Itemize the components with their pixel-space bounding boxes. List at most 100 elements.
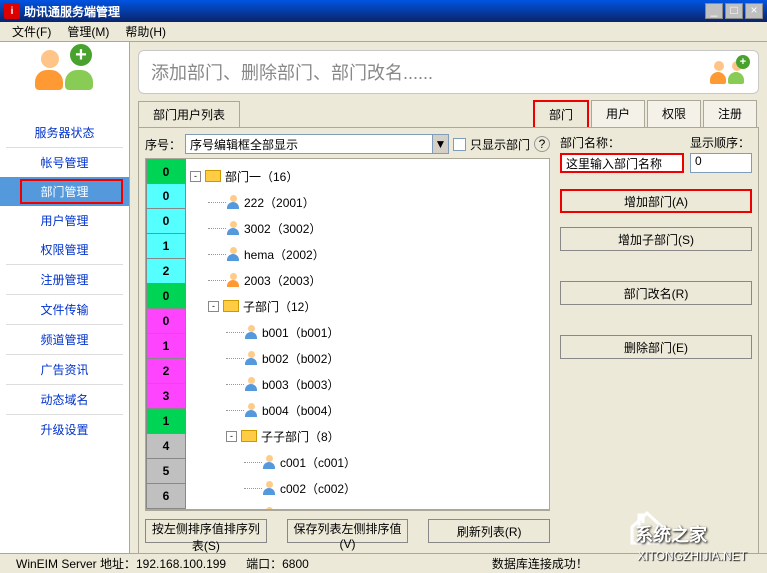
expander-icon[interactable]: - — [190, 171, 201, 182]
expander-icon[interactable]: - — [226, 431, 237, 442]
order-input[interactable]: 0 — [690, 153, 752, 173]
delete-dept-button[interactable]: 删除部门(E) — [560, 335, 752, 359]
rename-dept-button[interactable]: 部门改名(R) — [560, 281, 752, 305]
status-port: 端口：6800 — [236, 555, 319, 572]
user-icon — [262, 481, 276, 495]
tree-wrap: 00012001231456 -部门一（16）222（2001）3002（300… — [145, 158, 550, 510]
window-title: 助讯通服务端管理 — [24, 3, 705, 20]
num-cell[interactable]: 0 — [146, 159, 186, 184]
tree-row[interactable]: hema（2002） — [186, 241, 549, 267]
expander-icon[interactable]: - — [208, 301, 219, 312]
main-area: + 服务器状态帐号管理部门管理用户管理权限管理注册管理文件传输频道管理广告资讯动… — [0, 42, 767, 558]
user-icon — [226, 273, 240, 287]
num-cell[interactable]: 3 — [146, 384, 186, 409]
tree-label: 子部门（12） — [243, 298, 316, 315]
num-cell[interactable]: 1 — [146, 234, 186, 259]
sidebar-item-6[interactable]: 文件传输 — [0, 295, 129, 324]
right-tabs: 部门用户权限注册 — [533, 100, 759, 127]
menu-file[interactable]: 文件(F) — [4, 21, 59, 42]
sidebar-item-4[interactable]: 权限管理 — [0, 235, 129, 264]
menu-manage[interactable]: 管理(M) — [59, 21, 117, 42]
tree-row[interactable]: b001（b001） — [186, 319, 549, 345]
header-plus-icon: + — [736, 55, 750, 69]
sidebar-item-2[interactable]: 部门管理 — [0, 177, 129, 206]
tree-label: c002（c002） — [280, 480, 356, 497]
num-cell[interactable]: 0 — [146, 309, 186, 334]
save-button[interactable]: 保存列表左侧排序值(V) — [287, 519, 409, 543]
num-cell[interactable]: 1 — [146, 334, 186, 359]
num-cell[interactable]: 6 — [146, 484, 186, 509]
tree-row[interactable]: b003（b003） — [186, 371, 549, 397]
tab-right-1[interactable]: 用户 — [591, 100, 645, 127]
only-dept-checkbox[interactable] — [453, 138, 466, 151]
refresh-button[interactable]: 刷新列表(R) — [428, 519, 550, 543]
header-text: 添加部门、删除部门、部门改名...... — [151, 59, 710, 85]
sidebar-item-9[interactable]: 动态域名 — [0, 385, 129, 414]
tree-row[interactable]: c001（c001） — [186, 449, 549, 475]
user-icon — [226, 247, 240, 261]
num-cell[interactable]: 2 — [146, 259, 186, 284]
tree-label: c003（c003） — [280, 506, 356, 510]
minimize-button[interactable]: _ — [705, 3, 723, 19]
num-cell[interactable]: 0 — [146, 184, 186, 209]
left-column: 序号： 序号编辑框全部显示 ▼ 只显示部门 ? 00012001231456 -… — [145, 134, 550, 551]
tabs-row: 部门用户列表 部门用户权限注册 — [138, 100, 759, 127]
chevron-down-icon[interactable]: ▼ — [432, 135, 448, 153]
tree-row[interactable]: b004（b004） — [186, 397, 549, 423]
tree-row[interactable]: c003（c003） — [186, 501, 549, 509]
menubar: 文件(F) 管理(M) 帮助(H) — [0, 22, 767, 42]
sidebar-avatar-group: + — [0, 50, 129, 110]
tree-row[interactable]: 222（2001） — [186, 189, 549, 215]
tree-row[interactable]: 3002（3002） — [186, 215, 549, 241]
header-band: 添加部门、删除部门、部门改名...... + — [138, 50, 759, 94]
only-dept-label: 只显示部门 — [470, 136, 530, 153]
tree-row[interactable]: - 部门一（16） — [186, 163, 549, 189]
tree-label: c001（c001） — [280, 454, 356, 471]
sort-button[interactable]: 按左侧排序值排序列表(S) — [145, 519, 267, 543]
num-cell[interactable]: 1 — [146, 409, 186, 434]
sidebar-item-1[interactable]: 帐号管理 — [0, 148, 129, 177]
tab-right-2[interactable]: 权限 — [647, 100, 701, 127]
close-button[interactable]: × — [745, 3, 763, 19]
tree-row[interactable]: 2003（2003） — [186, 267, 549, 293]
user-icon — [262, 455, 276, 469]
tree-row[interactable]: - 子子部门（8） — [186, 423, 549, 449]
tree-row[interactable]: c002（c002） — [186, 475, 549, 501]
tree-label: 部门一（16） — [225, 168, 298, 185]
watermark-brand: 系统之家 — [635, 521, 707, 547]
tree-label: 2003（2003） — [244, 272, 321, 289]
order-label: 显示顺序： — [690, 134, 752, 151]
dept-name-input[interactable]: 这里输入部门名称 — [560, 153, 684, 173]
sidebar-item-5[interactable]: 注册管理 — [0, 265, 129, 294]
header-avatars-icon: + — [710, 61, 746, 84]
sidebar-item-10[interactable]: 升级设置 — [0, 415, 129, 444]
add-dept-button[interactable]: 增加部门(A) — [560, 189, 752, 213]
help-icon[interactable]: ? — [534, 136, 550, 152]
num-cell[interactable]: 2 — [146, 359, 186, 384]
tab-right-3[interactable]: 注册 — [703, 100, 757, 127]
folder-icon — [223, 300, 239, 312]
tree-row[interactable]: - 子部门（12） — [186, 293, 549, 319]
folder-icon — [205, 170, 221, 182]
tab-dept-user-list[interactable]: 部门用户列表 — [138, 101, 240, 127]
maximize-button[interactable]: □ — [725, 3, 743, 19]
tree-row[interactable]: b002（b002） — [186, 345, 549, 371]
tree-label: 子子部门（8） — [261, 428, 340, 445]
num-cell[interactable]: 0 — [146, 209, 186, 234]
sidebar-item-0[interactable]: 服务器状态 — [0, 118, 129, 147]
tab-right-0[interactable]: 部门 — [533, 100, 589, 127]
num-cell[interactable]: 4 — [146, 434, 186, 459]
add-subdept-button[interactable]: 增加子部门(S) — [560, 227, 752, 251]
sidebar-item-8[interactable]: 广告资讯 — [0, 355, 129, 384]
num-cell[interactable]: 0 — [146, 284, 186, 309]
sidebar-item-3[interactable]: 用户管理 — [0, 206, 129, 235]
status-address: WinEIM Server 地址：192.168.100.199 — [6, 555, 236, 572]
menu-help[interactable]: 帮助(H) — [117, 21, 174, 42]
user-icon — [244, 377, 258, 391]
combo-value: 序号编辑框全部显示 — [190, 136, 298, 153]
tree-label: 222（2001） — [244, 194, 315, 211]
tree[interactable]: - 部门一（16） 222（2001） 3002（3002）hema（2002） 200… — [186, 159, 549, 509]
num-cell[interactable]: 5 — [146, 459, 186, 484]
sequence-combo[interactable]: 序号编辑框全部显示 ▼ — [185, 134, 449, 154]
sidebar-item-7[interactable]: 频道管理 — [0, 325, 129, 354]
